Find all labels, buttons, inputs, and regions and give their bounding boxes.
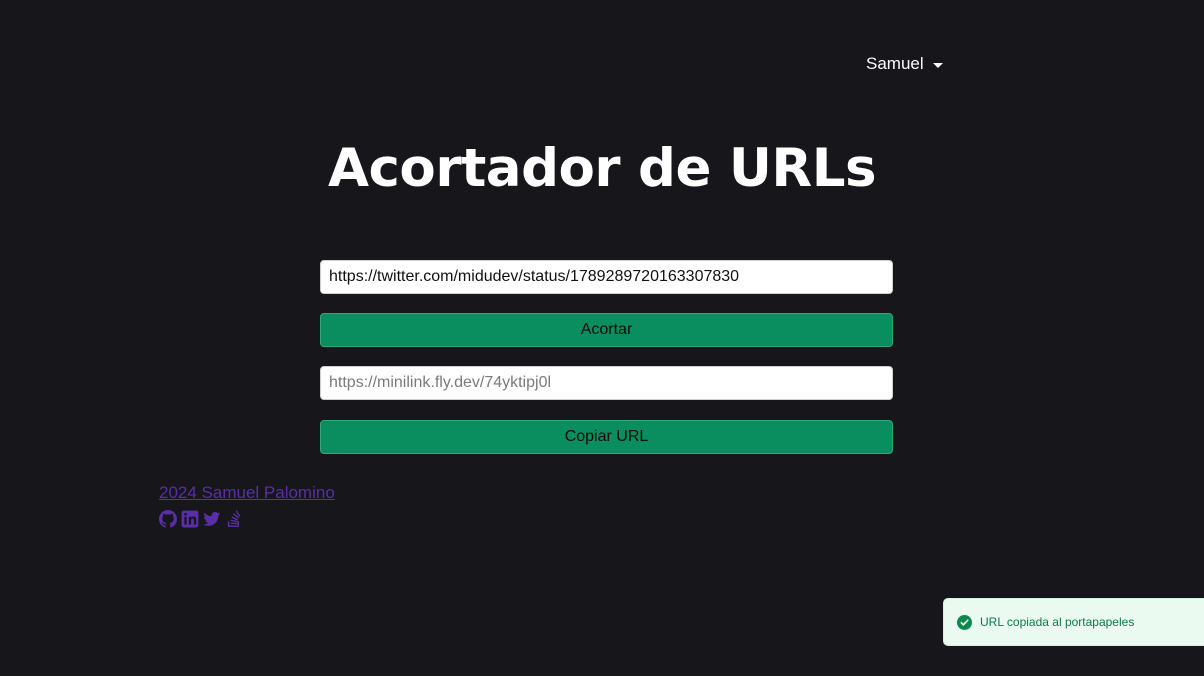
caret-down-icon [932,62,943,68]
github-icon[interactable] [159,510,177,528]
check-circle-icon [957,614,972,630]
user-name: Samuel [866,54,924,73]
short-url-output[interactable] [320,366,893,400]
long-url-input[interactable] [320,260,893,294]
user-menu-dropdown[interactable]: Samuel [866,54,943,74]
footer-credit-link[interactable]: 2024 Samuel Palomino [159,483,335,502]
linkedin-icon[interactable] [181,510,199,528]
shorten-button[interactable]: Acortar [320,313,893,347]
social-links [159,510,335,528]
toast-notification: URL copiada al portapapeles [943,598,1204,646]
page-title: Acortador de URLs [327,138,877,199]
copy-url-button[interactable]: Copiar URL [320,420,893,454]
footer: 2024 Samuel Palomino [159,483,335,528]
page: Samuel Acortador de URLs Acortar Copiar … [0,0,1204,676]
stackoverflow-icon[interactable] [225,510,243,528]
twitter-icon[interactable] [203,510,221,528]
toast-message: URL copiada al portapapeles [980,615,1135,629]
